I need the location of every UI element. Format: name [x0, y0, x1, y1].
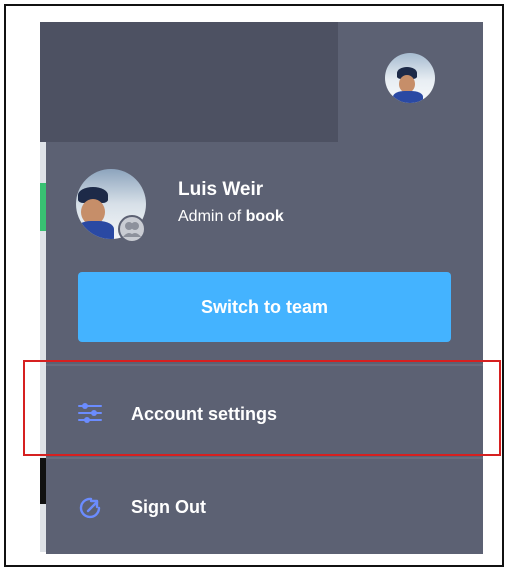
- menu-item-account-settings[interactable]: Account settings: [46, 374, 483, 454]
- menu-item-sign-out[interactable]: Sign Out: [46, 467, 483, 547]
- org-name: book: [245, 208, 284, 225]
- user-name: Luis Weir: [178, 179, 264, 200]
- menu-divider: [46, 457, 483, 459]
- sign-out-icon: [79, 497, 101, 519]
- user-role: Admin of book: [178, 208, 284, 226]
- menu-divider: [46, 364, 483, 366]
- sliders-icon: [78, 403, 102, 423]
- switch-to-team-button[interactable]: Switch to team: [78, 272, 451, 342]
- panel-header-area: [40, 22, 338, 142]
- header-avatar[interactable]: [385, 53, 435, 103]
- team-badge-icon: [118, 215, 146, 243]
- menu-label: Account settings: [131, 404, 278, 424]
- role-prefix: Admin of: [178, 208, 246, 225]
- menu-label: Sign Out: [131, 497, 206, 517]
